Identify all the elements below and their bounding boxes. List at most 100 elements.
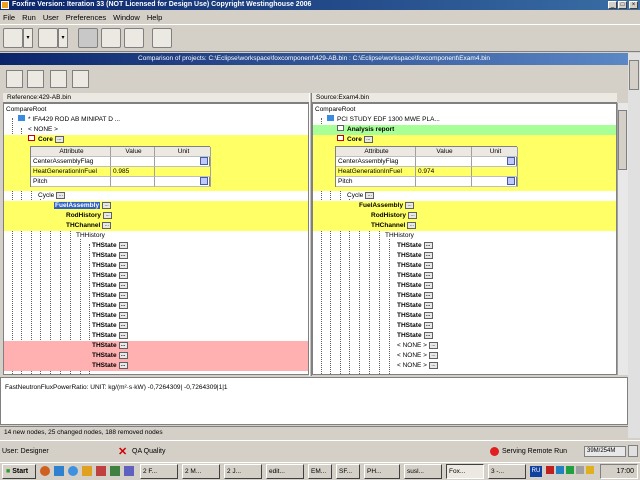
table-dropdown-icon[interactable] [507,177,515,185]
core-more-button[interactable]: ... [363,135,373,143]
tree-thstate[interactable]: THState... [92,271,292,281]
tree-thstate[interactable]: THState... [397,281,597,291]
right-attr-cell[interactable]: HeatGenerationInFuel [336,167,416,177]
tree-project[interactable]: * IFA429 ROD AB MINIPAT D ... [18,115,308,125]
cycle-more-button[interactable]: ... [365,191,375,199]
tree-thstate[interactable]: THState... [397,271,597,281]
table-dropdown-icon[interactable] [200,157,208,165]
left-col-unit[interactable]: Unit [155,147,211,157]
core-more-button[interactable]: ... [54,135,64,143]
thstate-more-button[interactable]: ... [118,341,128,349]
thstate-more-button[interactable]: ... [118,271,128,279]
thstate-more-button[interactable]: ... [423,291,433,299]
thstate-more-button[interactable]: ... [423,331,433,339]
window-scrollbar-thumb[interactable] [629,60,639,90]
tree-thstate[interactable]: THState... [92,251,292,261]
tree-thstate[interactable]: THState... [92,281,292,291]
tree-project[interactable]: PCI STUDY EDF 1300 MWE PLA... [327,115,616,125]
left-attr-cell[interactable]: Pitch [31,177,111,187]
menu-window[interactable]: Window [113,13,140,22]
thstate-more-button[interactable]: ... [423,321,433,329]
table-dropdown-icon[interactable] [200,177,208,185]
tray-icon[interactable] [556,466,564,474]
rod-more-button[interactable]: ... [408,211,418,219]
right-attr-cell[interactable]: CenterAssemblyFlag [336,157,416,167]
tree-core-row[interactable]: Core... [313,135,616,145]
tree-thhistory[interactable]: THHistory [385,231,605,241]
right-attr-cell[interactable]: Pitch [336,177,416,187]
thstate-more-button[interactable]: ... [423,261,433,269]
quicklaunch-icon[interactable] [96,466,106,476]
tree-thstate[interactable]: THState... [397,251,597,261]
tree-thstate[interactable]: THState... [92,331,292,341]
language-indicator[interactable]: RU [530,466,542,477]
left-col-value[interactable]: Value [111,147,155,157]
tray-icon[interactable] [586,466,594,474]
taskbar-item[interactable]: 2 M... [182,464,220,479]
next-difference-icon[interactable] [72,70,89,88]
tree-thstate[interactable]: THState... [397,301,597,311]
save-all-icon[interactable] [124,28,144,48]
taskbar-item[interactable]: PH... [364,464,400,479]
right-value-cell[interactable]: 0.974 [416,167,472,177]
thstate-more-button[interactable]: ... [423,311,433,319]
tray-icon[interactable] [566,466,574,474]
tree-thstate-removed[interactable]: THState... [4,361,308,371]
right-value-cell[interactable] [416,177,472,187]
left-unit-cell[interactable] [155,167,211,177]
tree-thstate[interactable]: THState... [92,241,292,251]
taskbar-item[interactable]: edit... [266,464,304,479]
memory-meter[interactable]: 39M/254M [584,446,626,457]
thstate-more-button[interactable]: ... [118,241,128,249]
thstate-more-button[interactable]: ... [118,361,128,369]
taskbar-clock[interactable]: 17:00 [600,464,638,479]
left-attr-cell[interactable]: CenterAssemblyFlag [31,157,111,167]
taskbar-item[interactable]: 3 -... [488,464,526,479]
tray-icon[interactable] [576,466,584,474]
tree-root[interactable]: CompareRoot [315,105,615,115]
taskbar-item-active[interactable]: Fox... [446,464,484,479]
left-value-cell[interactable] [111,157,155,167]
right-tree[interactable]: CompareRoot PCI STUDY EDF 1300 MWE PLA..… [312,103,617,375]
left-col-attribute[interactable]: Attribute [31,147,111,157]
taskbar-item[interactable]: 2 F... [140,464,178,479]
tree-scrollbar-thumb[interactable] [618,110,627,170]
expand-changed-icon[interactable] [27,70,44,88]
thstate-more-button[interactable]: ... [118,301,128,309]
thstate-more-button[interactable]: ... [118,261,128,269]
thstate-more-button[interactable]: ... [423,251,433,259]
tree-thhistory[interactable]: THHistory [76,231,296,241]
tree-root[interactable]: CompareRoot [6,105,306,115]
previous-difference-icon[interactable] [50,70,67,88]
tree-thstate[interactable]: THState... [397,311,597,321]
menu-file[interactable]: File [3,13,15,22]
quicklaunch-icon[interactable] [110,466,120,476]
tree-fuel-row[interactable]: FuelAssembly... [313,201,616,211]
open-dropdown-arrow[interactable]: ▾ [58,28,68,48]
menu-help[interactable]: Help [147,13,162,22]
tree-cycle[interactable]: Cycle... [347,191,607,201]
menu-user[interactable]: User [43,13,59,22]
taskbar-item[interactable]: SF... [336,464,360,479]
thstate-more-button[interactable]: ... [118,321,128,329]
quicklaunch-icon[interactable] [124,466,134,476]
tree-rod-row[interactable]: RodHistory... [4,211,308,221]
right-col-unit[interactable]: Unit [472,147,518,157]
tree-thstate-removed[interactable]: THState... [4,341,308,351]
thchannel-more-button[interactable]: ... [407,221,417,229]
right-unit-cell[interactable] [472,167,518,177]
taskbar-item[interactable]: 2 J... [224,464,262,479]
right-col-value[interactable]: Value [416,147,472,157]
quicklaunch-icon[interactable] [68,466,78,476]
quicklaunch-icon[interactable] [54,466,64,476]
close-button[interactable]: × [629,1,638,9]
none-more-button[interactable]: ... [428,341,438,349]
tree-fuel-row[interactable]: FuelAssembly... [4,201,308,211]
tree-thstate[interactable]: THState... [92,301,292,311]
fuel-more-button[interactable]: ... [405,201,415,209]
tree-cycle[interactable]: Cycle... [38,191,298,201]
save-icon[interactable] [101,28,121,48]
tree-thstate[interactable]: THState... [397,261,597,271]
left-value-cell[interactable]: 0.985 [111,167,155,177]
left-value-cell[interactable] [111,177,155,187]
